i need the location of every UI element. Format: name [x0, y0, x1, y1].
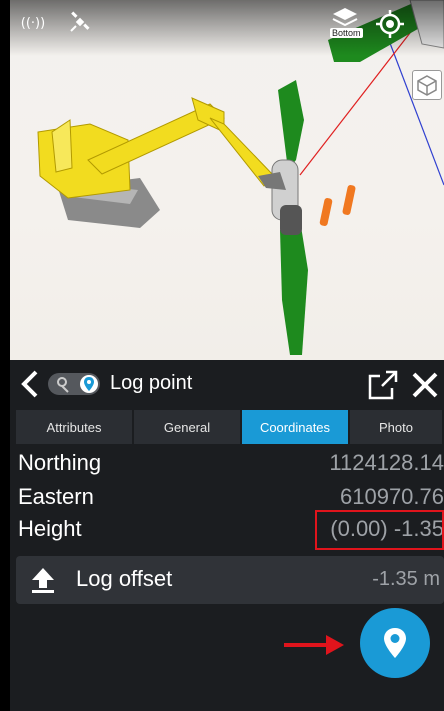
coordinate-label: Northing	[18, 450, 102, 475]
pipe-lower	[280, 220, 308, 355]
bottom-view-label[interactable]: Bottom	[330, 28, 363, 38]
marker-2	[342, 185, 356, 215]
panel-header: Log point	[10, 360, 444, 408]
location-pin-icon	[384, 628, 406, 658]
3d-viewport[interactable]: ((·)) Bottom	[10, 0, 444, 360]
svg-text:((·)): ((·))	[21, 16, 45, 31]
pipe-fitting-dark	[280, 205, 302, 235]
tab-photo[interactable]: Photo	[350, 410, 442, 444]
locate-icon[interactable]	[374, 8, 406, 40]
mode-toggle[interactable]	[48, 373, 100, 395]
toggle-knob	[80, 375, 98, 393]
cube-view-icon[interactable]	[412, 70, 442, 100]
pipe-upper	[278, 80, 304, 170]
log-offset-button[interactable]: Log offset -1.35 m	[16, 556, 444, 604]
log-offset-value: -1.35 m	[372, 568, 440, 590]
marker-1	[319, 198, 333, 226]
tab-attributes[interactable]: Attributes	[16, 410, 132, 444]
open-external-icon[interactable]	[366, 368, 400, 402]
panel-tabs: Attributes General Coordinates Photo	[16, 410, 444, 444]
tab-coordinates[interactable]: Coordinates	[242, 410, 348, 444]
height-highlight-box	[315, 510, 444, 550]
coordinate-row-northing: Northing 1124128.14	[18, 450, 444, 480]
excavator-model	[37, 97, 286, 228]
coordinate-label: Eastern	[18, 484, 94, 509]
coordinate-value: 1124128.14	[329, 450, 444, 475]
coordinate-label: Height	[18, 516, 82, 541]
close-icon[interactable]	[408, 368, 442, 402]
red-arrow-annotation	[282, 630, 346, 660]
signal-icon[interactable]: ((·))	[18, 10, 48, 34]
app-frame: ((·)) Bottom Log point Attributes Genera…	[10, 0, 444, 711]
route-icon	[57, 377, 69, 393]
upload-arrow-icon	[30, 566, 56, 594]
back-icon[interactable]	[16, 368, 44, 400]
log-offset-label: Log offset	[76, 566, 173, 591]
log-point-fab[interactable]	[360, 608, 430, 678]
log-point-panel: Log point Attributes General Coordinates…	[10, 360, 444, 711]
satellite-icon[interactable]	[62, 4, 98, 40]
coordinate-value: 610970.76	[340, 484, 444, 509]
panel-title: Log point	[110, 372, 193, 394]
tab-general[interactable]: General	[134, 410, 240, 444]
location-pin-icon	[84, 377, 94, 391]
